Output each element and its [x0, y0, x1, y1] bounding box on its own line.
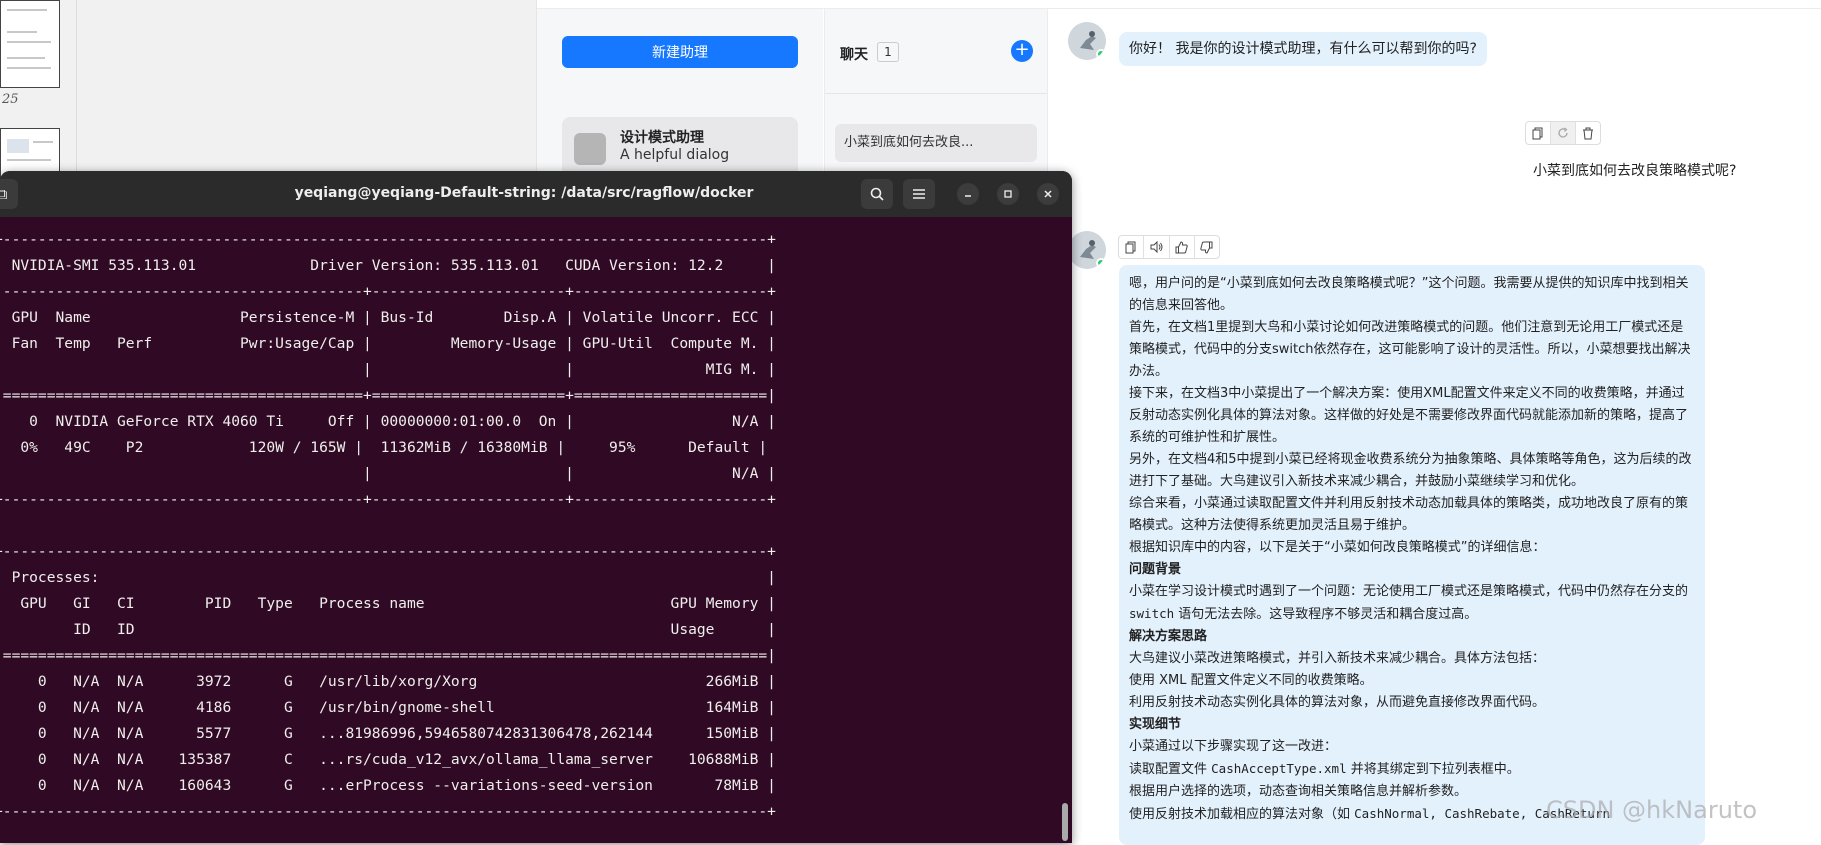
- answer-paragraph: 接下来，在文档3中小菜提出了一个解决方案：使用XML配置文件来定义不同的收费策略…: [1129, 386, 1689, 445]
- chat-list-title: 聊天: [840, 47, 868, 63]
- terminal-output[interactable]: +---------------------------------------…: [0, 217, 1072, 843]
- answer-heading: 问题背景: [1129, 562, 1182, 577]
- maximize-icon[interactable]: [997, 183, 1019, 205]
- inline-code: switch: [1129, 606, 1175, 621]
- page-thumbnail[interactable]: [0, 0, 60, 88]
- plus-circle-icon[interactable]: +: [1011, 40, 1033, 62]
- terminal-scrollbar[interactable]: [1062, 803, 1068, 841]
- answer-list-item: 读取配置文件 CashAcceptType.xml 并将其绑定到下拉列表框中。: [1129, 761, 1520, 777]
- answer-heading: 实现细节: [1129, 717, 1182, 732]
- assistant-avatar: [1068, 22, 1106, 60]
- answer-heading: 解决方案思路: [1129, 629, 1208, 644]
- chat-list-item[interactable]: 小菜到底如何去改良...: [835, 124, 1037, 162]
- answer-paragraph: 首先，在文档1里提到大鸟和小菜讨论如何改进策略模式的问题。他们注意到无论用工厂模…: [1129, 320, 1691, 379]
- inline-code: CashAcceptType.xml: [1211, 761, 1347, 776]
- assistant-message-toolbar: [1118, 235, 1220, 259]
- regenerate-icon[interactable]: [1551, 122, 1576, 144]
- answer-list-item: 使用 XML 配置文件定义不同的收费策略。: [1129, 673, 1373, 688]
- close-icon[interactable]: [1037, 183, 1059, 205]
- assistant-greeting-message: 你好！ 我是你的设计模式助理，有什么可以帮到你的吗?: [1119, 32, 1487, 66]
- copy-icon[interactable]: [1119, 236, 1145, 258]
- assistant-avatar: [1068, 231, 1106, 269]
- page-number: 25: [2, 92, 19, 107]
- new-assistant-button[interactable]: 新建助理: [562, 36, 798, 68]
- assistant-answer-message: 嗯，用户问的是“小菜到底如何去改良策略模式呢？”这个问题。我需要从提供的知识库中…: [1119, 265, 1705, 845]
- watermark: CSDN @hkNaruto: [1546, 796, 1757, 824]
- terminal-titlebar[interactable]: ⧉ yeqiang@yeqiang-Default-string: /data/…: [0, 171, 1072, 217]
- assistant-name: 设计模式助理: [620, 130, 704, 146]
- answer-paragraph: 根据知识库中的内容，以下是关于“小菜如何改良策略模式”的详细信息：: [1129, 540, 1546, 555]
- user-question-message: 小菜到底如何去改良策略模式呢?: [1533, 163, 1737, 179]
- assistant-card[interactable]: 设计模式助理 A helpful dialog: [562, 117, 798, 177]
- search-icon[interactable]: [861, 179, 893, 209]
- assistant-description: A helpful dialog: [620, 147, 730, 163]
- thumbs-up-icon[interactable]: [1170, 236, 1195, 258]
- thumbs-down-icon[interactable]: [1195, 236, 1219, 258]
- answer-paragraph: 嗯，用户问的是“小菜到底如何去改良策略模式呢？”这个问题。我需要从提供的知识库中…: [1129, 276, 1689, 313]
- answer-list-item: 利用反射技术动态实例化具体的算法对象，从而避免直接修改界面代码。: [1129, 695, 1546, 710]
- answer-paragraph: 另外，在文档4和5中提到小菜已经将现金收费系统分为抽象策略、具体策略等角色，这为…: [1129, 452, 1692, 489]
- copy-icon[interactable]: [1526, 122, 1551, 144]
- document-viewer: 25: [0, 0, 538, 190]
- message-area: 你好！ 我是你的设计模式助理，有什么可以帮到你的吗? 小菜到底如何去改良策略模式…: [1047, 9, 1821, 845]
- minimize-icon[interactable]: [957, 183, 979, 205]
- answer-paragraph: 小菜通过以下步骤实现了这一改进：: [1129, 739, 1338, 754]
- delete-icon[interactable]: [1576, 122, 1600, 144]
- speaker-icon[interactable]: [1144, 236, 1170, 258]
- terminal-window[interactable]: ⧉ yeqiang@yeqiang-Default-string: /data/…: [0, 171, 1072, 843]
- nvidia-smi-output: +---------------------------------------…: [0, 231, 776, 820]
- chat-count-badge: 1: [877, 42, 899, 62]
- answer-paragraph: 小菜在学习设计模式时遇到了一个问题：无论使用工厂模式还是策略模式，代码中仍然存在…: [1129, 584, 1689, 622]
- user-message-toolbar: [1525, 121, 1601, 145]
- hamburger-menu-icon[interactable]: [903, 179, 935, 209]
- answer-paragraph: 综合来看，小菜通过读取配置文件并利用反射技术动态加载具体的策略类，成功地改良了原…: [1129, 496, 1689, 533]
- answer-paragraph: 大鸟建议小菜改进策略模式，并引入新技术来减少耦合。具体方法包括：: [1129, 651, 1546, 666]
- assistant-avatar: [574, 133, 606, 165]
